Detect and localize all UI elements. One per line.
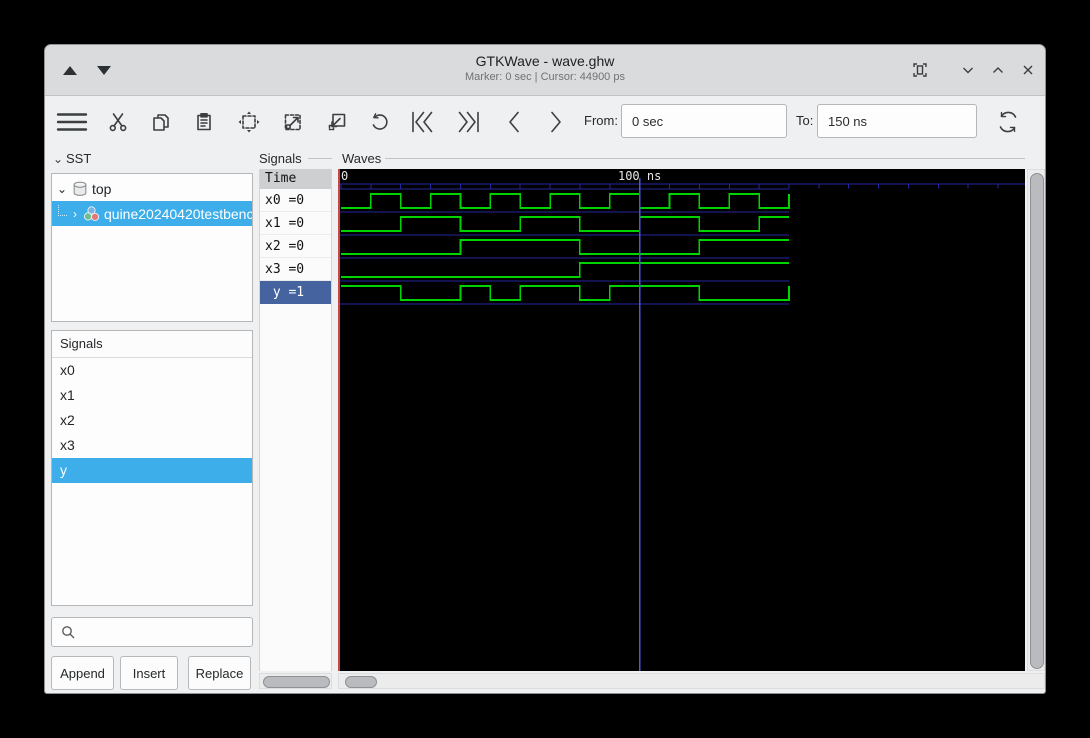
skip-to-end-icon: [458, 111, 479, 133]
close-icon: [1023, 65, 1033, 75]
zoom-out-icon: [328, 113, 346, 131]
tree-guide-line: [58, 205, 67, 216]
chevron-right-icon: [551, 111, 561, 133]
minimize-button[interactable]: [957, 59, 979, 81]
expander-open-icon[interactable]: ⌄: [56, 182, 68, 196]
cut-button[interactable]: [101, 105, 135, 139]
zoom-fit-icon: [238, 111, 260, 133]
signals-horizontal-scrollbar-thumb[interactable]: [263, 676, 330, 688]
tree-row-label: top: [92, 180, 112, 197]
insert-button[interactable]: Insert: [120, 656, 178, 690]
svg-text:0: 0: [341, 169, 348, 183]
zoom-fit-button[interactable]: [232, 105, 266, 139]
expander-closed-icon[interactable]: ›: [69, 207, 81, 221]
fullscreen-button[interactable]: [909, 59, 931, 81]
list-item-y[interactable]: y: [52, 458, 252, 483]
tree-row-top[interactable]: ⌄ top: [52, 176, 252, 201]
desktop-background: GTKWave - wave.ghw Marker: 0 sec | Curso…: [0, 0, 1090, 738]
scissors-icon: [109, 113, 127, 132]
sst-expander-icon[interactable]: ⌄: [53, 152, 63, 166]
step-forward-button[interactable]: [539, 105, 573, 139]
signal-browser: Signals x0 x1 x2 x3 y: [51, 330, 253, 606]
gtkwave-window: GTKWave - wave.ghw Marker: 0 sec | Curso…: [44, 44, 1046, 694]
maximize-button[interactable]: [987, 59, 1009, 81]
window-subtitle: Marker: 0 sec | Cursor: 44900 ps: [465, 71, 625, 83]
waves-frame-line: [385, 158, 1025, 159]
chevron-up-icon: [993, 67, 1003, 73]
window-title: GTKWave - wave.ghw: [475, 53, 615, 69]
append-button[interactable]: Append: [51, 656, 114, 690]
wave-vertical-scrollbar-thumb[interactable]: [1030, 173, 1044, 669]
signal-row-x3[interactable]: x3 =0: [260, 258, 331, 281]
tree-row-testbench[interactable]: › quine20240420testbench: [52, 201, 252, 226]
titlebar[interactable]: GTKWave - wave.ghw Marker: 0 sec | Curso…: [45, 45, 1045, 96]
waves-frame-label: Waves: [342, 151, 382, 166]
list-item-x1[interactable]: x1: [52, 383, 252, 408]
signal-row-x1[interactable]: x1 =0: [260, 212, 331, 235]
wave-canvas[interactable]: 0 100 ns: [338, 169, 1025, 671]
undo-button[interactable]: [363, 105, 397, 139]
signal-search[interactable]: [51, 617, 253, 647]
sst-frame-label: SST: [66, 151, 92, 166]
toolbar: From: To:: [45, 95, 1045, 149]
wave-horizontal-scrollbar[interactable]: [338, 673, 1045, 689]
close-button[interactable]: [1017, 59, 1039, 81]
time-header: Time: [260, 169, 331, 189]
copy-icon: [153, 114, 169, 131]
signal-row-x0[interactable]: x0 =0: [260, 189, 331, 212]
signal-row-y[interactable]: y =1: [260, 281, 331, 304]
zoom-in-icon: [284, 114, 301, 131]
undo-icon: [372, 113, 388, 130]
spheres-icon: [83, 205, 100, 221]
paste-button[interactable]: [187, 105, 221, 139]
copy-button[interactable]: [144, 105, 178, 139]
zoom-out-button[interactable]: [320, 105, 354, 139]
wave-vertical-scrollbar[interactable]: [1027, 169, 1045, 671]
chevron-down-icon: [963, 67, 973, 74]
titlebar-text: GTKWave - wave.ghw Marker: 0 sec | Curso…: [45, 45, 1045, 83]
signals-horizontal-scrollbar[interactable]: [259, 673, 332, 689]
list-item-x3[interactable]: x3: [52, 433, 252, 458]
to-input[interactable]: [817, 104, 977, 138]
step-back-button[interactable]: [497, 105, 531, 139]
list-item-x0[interactable]: x0: [52, 358, 252, 383]
signal-browser-header: Signals: [52, 331, 252, 358]
signals-panel: Time x0 =0 x1 =0 x2 =0 x3 =0 y =1: [259, 169, 332, 671]
search-icon: [62, 626, 75, 639]
from-label: From:: [584, 113, 618, 128]
from-input[interactable]: [621, 104, 787, 138]
tree-row-label: quine20240420testbench: [104, 205, 252, 222]
reload-button[interactable]: [991, 105, 1025, 139]
reload-icon: [999, 111, 1017, 133]
chevron-left-icon: [509, 111, 519, 133]
skip-to-start-button[interactable]: [407, 105, 441, 139]
signals-frame-line: [308, 158, 332, 159]
fullscreen-icon: [913, 63, 927, 77]
zoom-in-button[interactable]: [276, 105, 310, 139]
skip-to-end-button[interactable]: [450, 105, 484, 139]
waveform-plot: 0 100 ns: [340, 169, 1025, 671]
menu-icon: [56, 113, 88, 131]
skip-to-start-icon: [412, 111, 433, 133]
signal-row-x2[interactable]: x2 =0: [260, 235, 331, 258]
to-label: To:: [796, 113, 814, 128]
replace-button[interactable]: Replace: [188, 656, 251, 690]
list-item-x2[interactable]: x2: [52, 408, 252, 433]
wave-horizontal-scrollbar-thumb[interactable]: [345, 676, 377, 688]
clipboard-icon: [197, 112, 211, 131]
cylinder-icon: [73, 181, 87, 196]
menu-button[interactable]: [55, 105, 89, 139]
sst-tree: ⌄ top › quine20240420testbench: [51, 173, 253, 322]
signals-frame-label: Signals: [259, 151, 302, 166]
search-input[interactable]: [76, 623, 240, 641]
